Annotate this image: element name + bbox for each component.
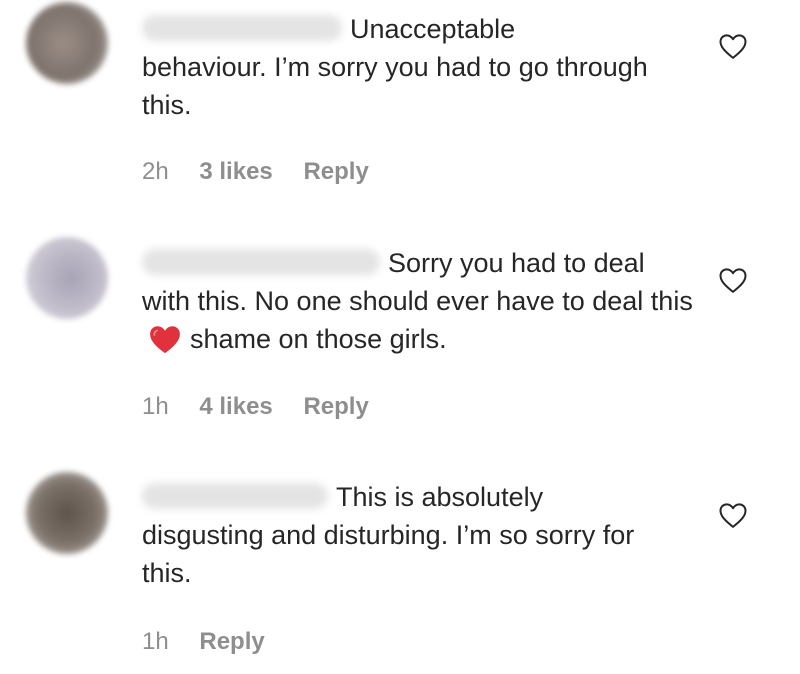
reply-button[interactable]: Reply [199, 628, 264, 655]
username-blurred[interactable] [142, 248, 380, 275]
comment-text: Unacceptable behaviour. I’m sorry you ha… [142, 14, 648, 120]
timestamp: 1h [142, 393, 169, 420]
reply-button[interactable]: Reply [303, 393, 368, 420]
comment-meta: 1h Reply [142, 628, 289, 656]
reply-button[interactable]: Reply [303, 158, 368, 185]
likes-count[interactable]: 3 likes [199, 158, 272, 185]
comment-text: Sorry you had to deal with this. No one … [142, 248, 693, 354]
avatar[interactable] [26, 237, 108, 319]
comment-text: This is absolutely disgusting and distur… [142, 482, 635, 588]
username-blurred[interactable] [142, 14, 342, 41]
heart-icon[interactable] [718, 266, 748, 294]
username-blurred[interactable] [142, 482, 328, 509]
avatar[interactable] [26, 472, 108, 554]
likes-count[interactable]: 4 likes [199, 393, 272, 420]
timestamp: 1h [142, 628, 169, 655]
heart-emoji [150, 326, 180, 354]
comment-meta: 2h 3 likes Reply [142, 158, 393, 186]
comment-meta: 1h 4 likes Reply [142, 393, 393, 421]
timestamp: 2h [142, 158, 169, 185]
avatar[interactable] [26, 2, 108, 84]
heart-icon[interactable] [718, 501, 748, 529]
heart-icon[interactable] [718, 32, 748, 60]
